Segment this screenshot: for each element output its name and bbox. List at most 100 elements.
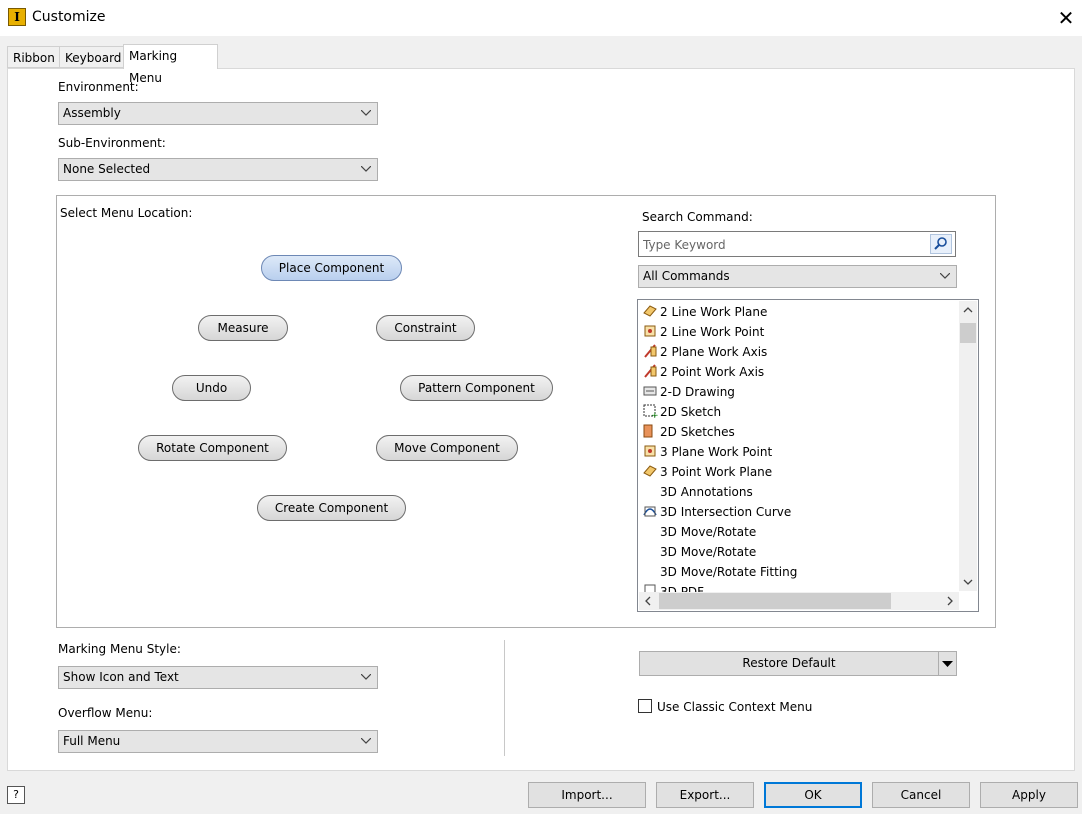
search-button[interactable] (930, 234, 952, 254)
import-button[interactable]: Import... (528, 782, 646, 808)
overflow-menu-dropdown[interactable]: Full Menu (58, 730, 378, 753)
marking-menu-style-dropdown[interactable]: Show Icon and Text (58, 666, 378, 689)
list-item-label: 2 Line Work Point (660, 325, 765, 339)
blank-icon (642, 523, 658, 539)
list-item-label: 3 Plane Work Point (660, 445, 773, 459)
marking-menu-style-label: Marking Menu Style: (58, 642, 181, 656)
chevron-down-icon (361, 103, 371, 116)
work-plane-icon (642, 303, 658, 319)
sketch-icon: + (642, 403, 659, 421)
menu-slot-lower-right[interactable]: Move Component (376, 435, 518, 461)
drawing-icon (642, 383, 658, 399)
menu-slot-bottom[interactable]: Create Component (257, 495, 406, 521)
environment-dropdown[interactable]: Assembly (58, 102, 378, 125)
tab-keyboard[interactable]: Keyboard (59, 46, 128, 68)
overflow-menu-value: Full Menu (63, 734, 121, 748)
list-item-label: 3D Move/Rotate (660, 525, 757, 539)
list-item-label: 2 Point Work Axis (660, 365, 765, 379)
sketches-icon (642, 423, 658, 439)
menu-slot-upper-right[interactable]: Constraint (376, 315, 475, 341)
list-item-label: 3D Move/Rotate Fitting (660, 565, 798, 579)
app-icon: I (8, 8, 26, 26)
tab-ribbon[interactable]: Ribbon (7, 46, 61, 68)
scroll-down-icon[interactable] (959, 573, 977, 591)
caret-down-icon (942, 661, 953, 667)
classic-context-menu-checkbox[interactable] (638, 699, 652, 713)
list-item-label: 3D Move/Rotate (660, 545, 757, 559)
scroll-right-icon[interactable] (941, 592, 959, 610)
scroll-left-icon[interactable] (639, 592, 657, 610)
apply-button[interactable]: Apply (980, 782, 1078, 808)
environment-label: Environment: (58, 80, 139, 94)
list-item[interactable]: 2 Plane Work Axis (642, 342, 767, 362)
help-icon[interactable]: ? (7, 786, 25, 804)
horizontal-scrollbar[interactable] (639, 592, 959, 610)
chevron-down-icon (361, 731, 371, 744)
close-button[interactable]: ✕ (1050, 4, 1082, 32)
export-button[interactable]: Export... (656, 782, 754, 808)
search-field (638, 231, 956, 257)
classic-context-menu-label: Use Classic Context Menu (657, 700, 813, 714)
environment-value: Assembly (63, 106, 121, 120)
list-item-label: 2 Plane Work Axis (660, 345, 768, 359)
chevron-down-icon (361, 159, 371, 172)
list-item[interactable]: 3 Point Work Plane (642, 462, 772, 482)
list-item[interactable]: 3D Move/Rotate Fitting (642, 562, 797, 582)
restore-default-dropdown[interactable] (938, 651, 957, 676)
list-item[interactable]: 3D Annotations (642, 482, 753, 502)
list-item-label: 3D Annotations (660, 485, 753, 499)
svg-text:+: + (651, 411, 658, 419)
ok-button[interactable]: OK (764, 782, 862, 808)
blank-icon (642, 563, 658, 579)
work-point-icon (642, 443, 658, 459)
cancel-button[interactable]: Cancel (872, 782, 970, 808)
scroll-thumb[interactable] (960, 323, 976, 343)
command-list[interactable]: 2 Line Work Plane 2 Line Work Point 2 Plan… (637, 299, 979, 612)
menu-slot-left[interactable]: Undo (172, 375, 251, 401)
list-item[interactable]: 2 Line Work Point (642, 322, 764, 342)
menu-slot-right[interactable]: Pattern Component (400, 375, 553, 401)
sub-environment-dropdown[interactable]: None Selected (58, 158, 378, 181)
list-item-label: 2-D Drawing (660, 385, 735, 399)
work-axis-icon (642, 343, 658, 359)
list-item[interactable]: 3D Move/Rotate (642, 522, 756, 542)
marking-menu-style-value: Show Icon and Text (63, 670, 179, 684)
search-input[interactable] (641, 233, 925, 257)
list-item[interactable]: 2 Line Work Plane (642, 302, 767, 322)
command-filter-value: All Commands (643, 269, 730, 283)
list-item[interactable]: 3D Move/Rotate (642, 542, 756, 562)
scroll-up-icon[interactable] (959, 301, 977, 319)
window-title: Customize (32, 9, 106, 25)
work-point-icon (642, 323, 658, 339)
list-item-label: 2D Sketch (660, 405, 722, 419)
menu-slot-upper-left[interactable]: Measure (198, 315, 288, 341)
restore-default-button[interactable]: Restore Default (639, 651, 939, 676)
title-bar (0, 0, 1082, 36)
list-item-label: 3 Point Work Plane (660, 465, 773, 479)
blank-icon (642, 483, 658, 499)
list-item[interactable]: +2D Sketch (642, 402, 721, 422)
sub-environment-value: None Selected (63, 162, 151, 176)
list-item-label: 3D Intersection Curve (660, 505, 792, 519)
tab-marking-menu[interactable]: Marking Menu (123, 44, 218, 85)
list-item[interactable]: 2 Point Work Axis (642, 362, 764, 382)
sub-environment-label: Sub-Environment: (58, 136, 166, 150)
list-item-label: 2D Sketches (660, 425, 735, 439)
menu-location-label: Select Menu Location: (60, 206, 193, 220)
blank-icon (642, 543, 658, 559)
vertical-scrollbar[interactable] (959, 301, 977, 591)
list-item-label: 2 Line Work Plane (660, 305, 768, 319)
search-icon (934, 237, 947, 250)
list-item[interactable]: 3 Plane Work Point (642, 442, 772, 462)
command-filter-dropdown[interactable]: All Commands (638, 265, 957, 288)
list-item[interactable]: 3D Intersection Curve (642, 502, 791, 522)
menu-slot-top[interactable]: Place Component (261, 255, 402, 281)
hscroll-thumb[interactable] (659, 593, 891, 609)
list-item[interactable]: 2D Sketches (642, 422, 735, 442)
menu-slot-lower-left[interactable]: Rotate Component (138, 435, 287, 461)
intersection-curve-icon (642, 503, 658, 519)
chevron-down-icon (361, 667, 371, 680)
overflow-menu-label: Overflow Menu: (58, 706, 153, 720)
list-item[interactable]: 2-D Drawing (642, 382, 735, 402)
chevron-down-icon (940, 266, 950, 279)
